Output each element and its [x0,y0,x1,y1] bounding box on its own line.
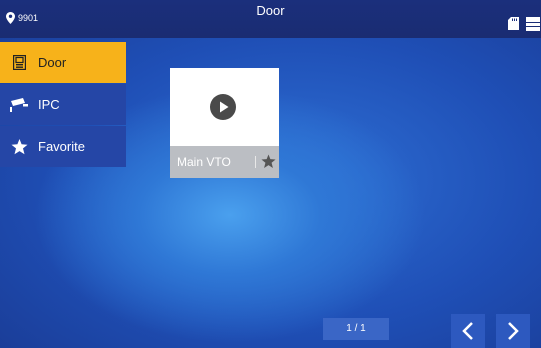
sidebar-item-door[interactable]: Door [0,42,126,83]
device-name: Main VTO [177,155,231,169]
device-preview[interactable] [170,68,279,146]
device-card-footer: Main VTO [170,146,279,178]
page-indicator: 1 / 1 [323,318,389,340]
chevron-right-icon [508,322,519,340]
top-bar: 9901 Door [0,0,541,38]
sidebar: Door IPC Favorite [0,42,126,168]
door-station-icon [9,55,29,71]
sidebar-item-label: Door [38,55,67,70]
sidebar-item-ipc[interactable]: IPC [0,84,126,125]
camera-icon [9,97,29,113]
previous-page-button[interactable] [451,314,485,348]
favorite-star-icon[interactable] [261,154,276,169]
chevron-left-icon [462,322,473,340]
next-page-button[interactable] [496,314,530,348]
sidebar-item-favorite[interactable]: Favorite [0,126,126,167]
page-title: Door [256,3,285,18]
play-icon[interactable] [210,94,236,120]
device-status-icon [526,17,540,31]
device-card[interactable]: Main VTO [170,68,279,178]
sidebar-item-label: IPC [38,97,60,112]
sd-card-icon [508,17,519,30]
sidebar-item-label: Favorite [38,139,85,154]
star-icon [9,138,29,155]
divider [255,156,256,168]
